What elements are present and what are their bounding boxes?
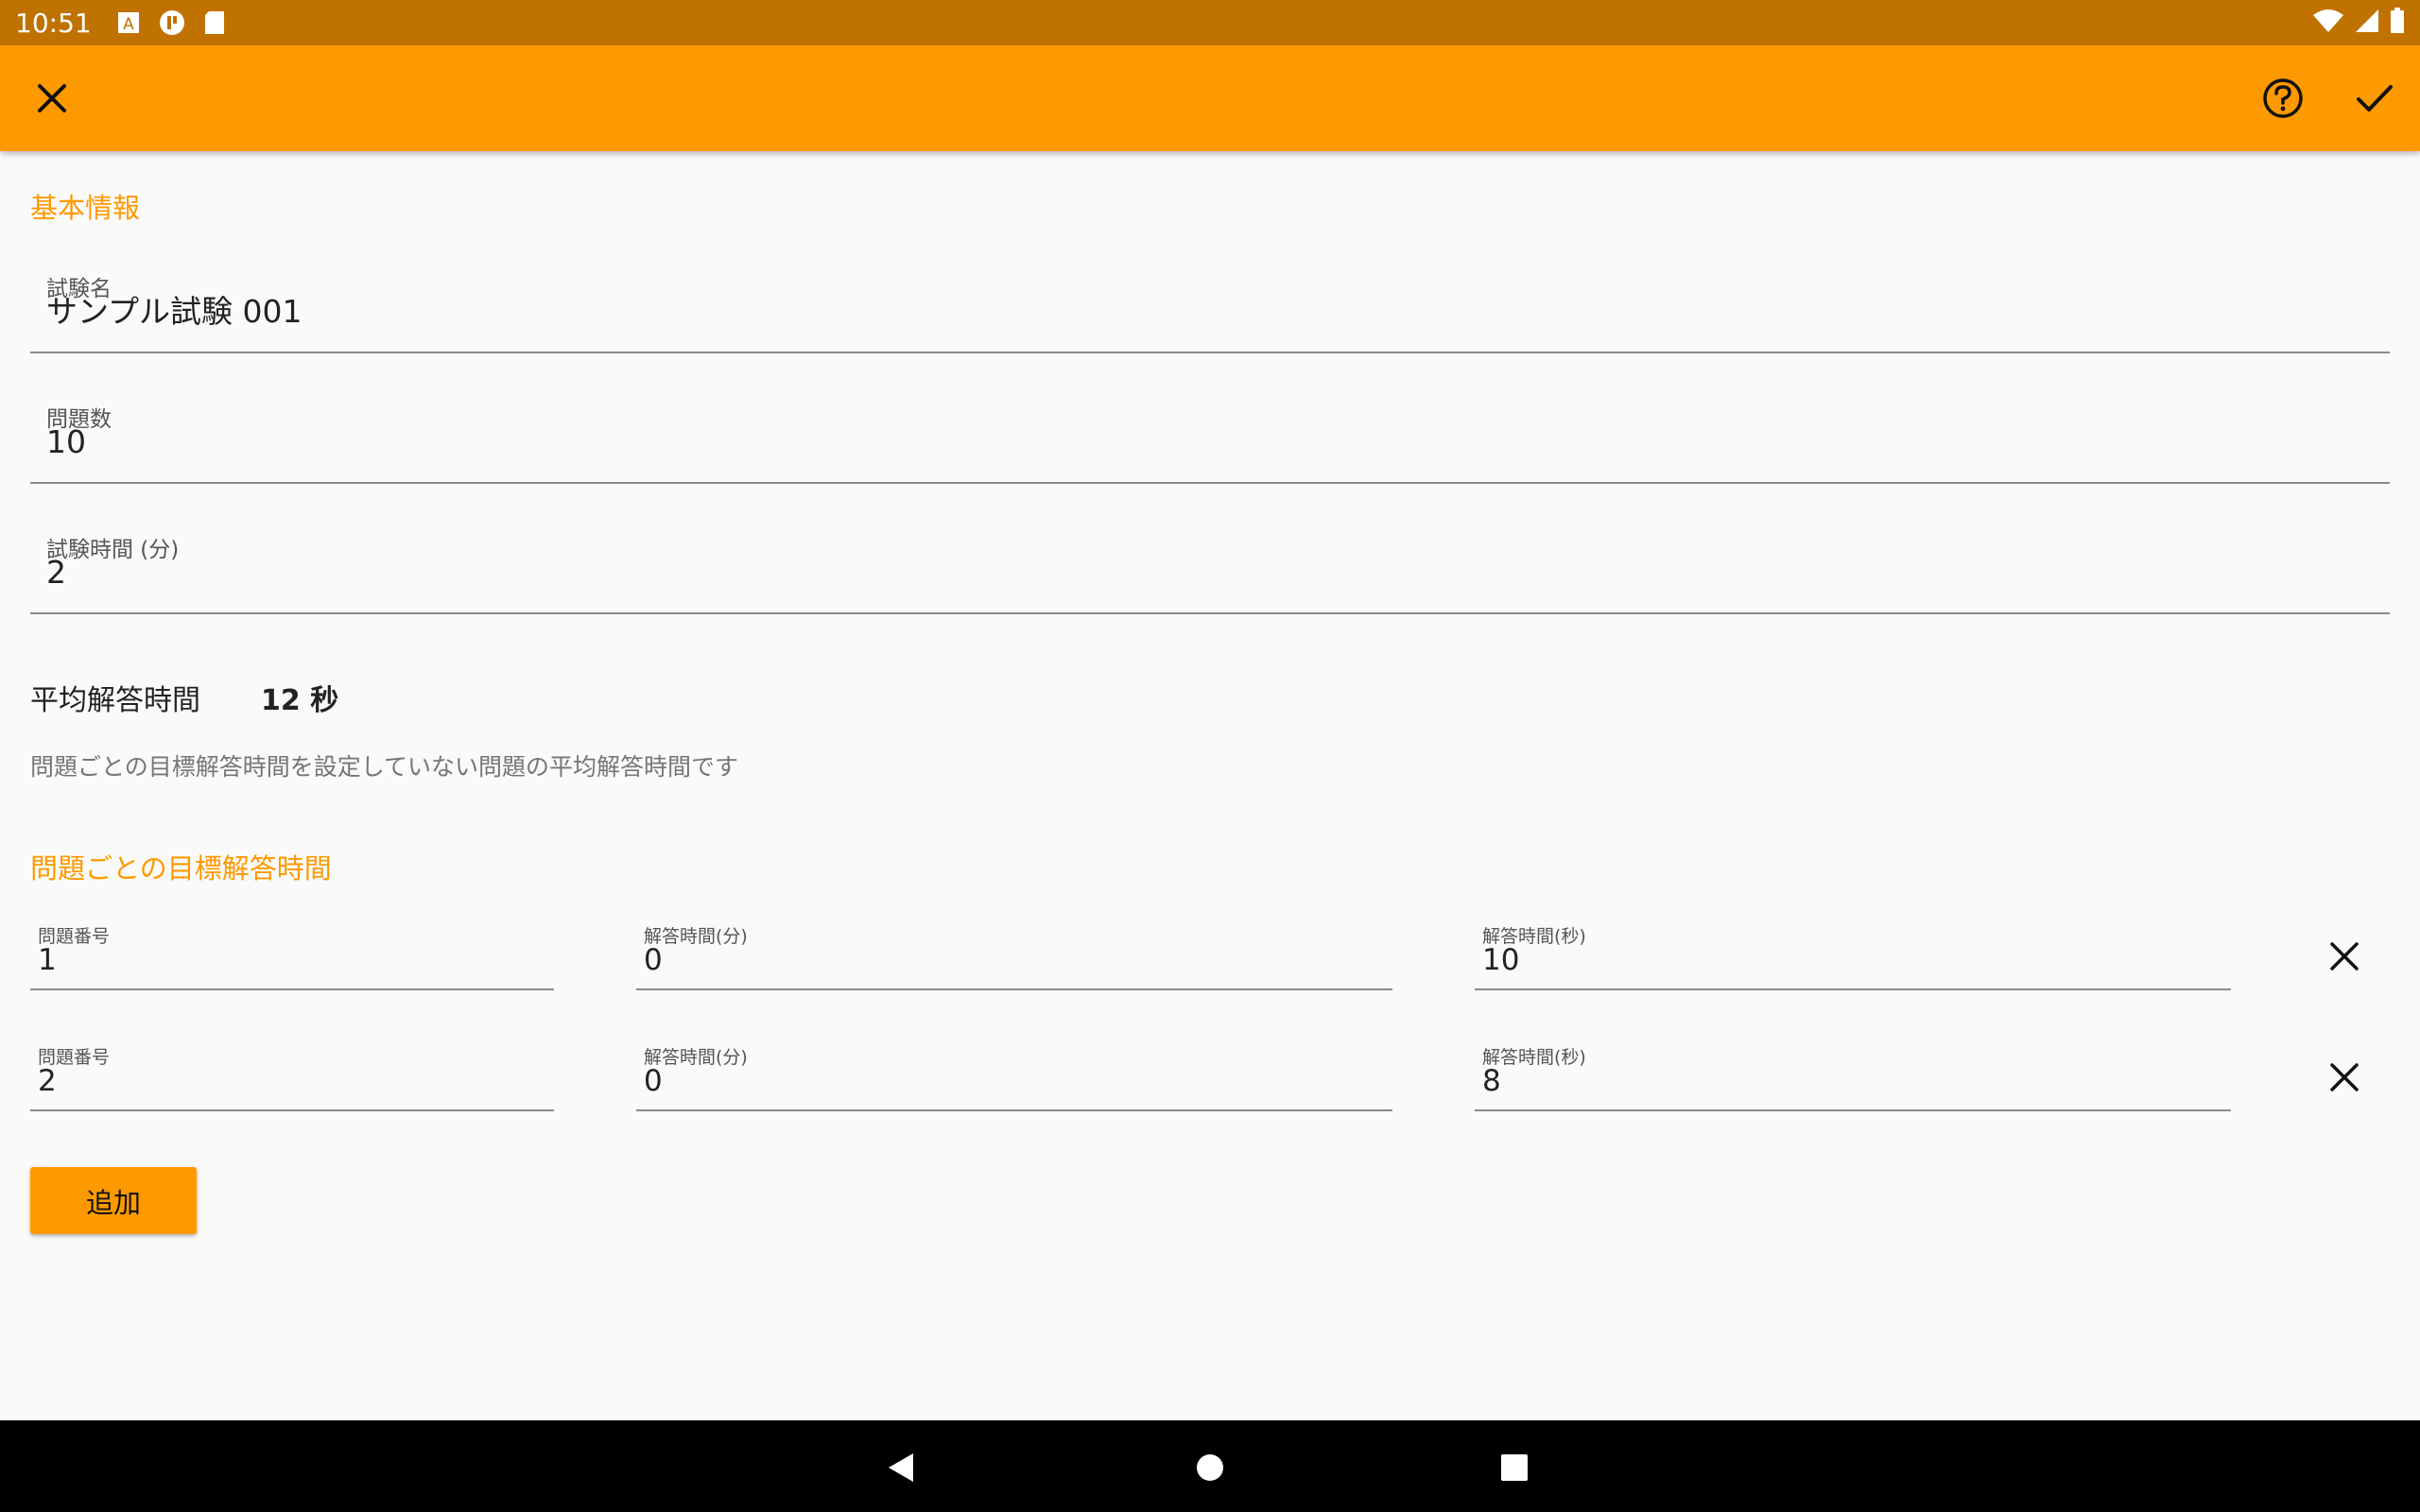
status-bar: 10:51 A — [0, 0, 2420, 45]
average-answer-time-label: 平均解答時間 — [30, 684, 200, 717]
main-content: 基本情報 試験名 サンプル試験 001 問題数 10 試験時間 (分) 2 平均… — [0, 151, 2420, 1420]
answer-seconds-value[interactable]: 8 — [1482, 1064, 1501, 1098]
answer-seconds-field[interactable]: 解答時間(秒) 8 — [1475, 1041, 2231, 1111]
question-number-value[interactable]: 1 — [38, 943, 57, 977]
answer-seconds-value[interactable]: 10 — [1482, 943, 1519, 977]
target-time-row: 問題番号 1 解答時間(分) 0 解答時間(秒) 10 — [0, 920, 2420, 996]
question-number-field[interactable]: 問題番号 1 — [30, 920, 554, 990]
answer-minutes-value[interactable]: 0 — [644, 1064, 663, 1098]
signal-icon — [2354, 8, 2380, 38]
add-button[interactable]: 追加 — [30, 1167, 197, 1234]
average-answer-time-value: 12 秒 — [261, 684, 339, 717]
question-count-value[interactable]: 10 — [46, 424, 86, 459]
recents-icon[interactable] — [1486, 1439, 1543, 1496]
question-count-field[interactable]: 問題数 10 — [30, 401, 2390, 484]
wifi-icon — [2312, 8, 2344, 38]
help-icon[interactable] — [2256, 72, 2309, 125]
question-number-field[interactable]: 問題番号 2 — [30, 1041, 554, 1111]
remove-row-icon[interactable] — [2318, 930, 2371, 983]
status-time: 10:51 — [15, 7, 92, 39]
close-icon[interactable] — [26, 72, 78, 125]
back-icon[interactable] — [873, 1439, 930, 1496]
question-number-value[interactable]: 2 — [38, 1064, 57, 1098]
home-icon[interactable] — [1182, 1439, 1238, 1496]
exam-name-value[interactable]: サンプル試験 001 — [46, 294, 302, 329]
sd-card-icon — [203, 9, 226, 36]
answer-minutes-field[interactable]: 解答時間(分) 0 — [636, 920, 1392, 990]
exam-duration-value[interactable]: 2 — [46, 555, 66, 590]
navigation-bar — [0, 1420, 2420, 1512]
check-icon[interactable] — [2348, 72, 2401, 125]
exam-name-field[interactable]: 試験名 サンプル試験 001 — [30, 270, 2390, 353]
section-title-per-question: 問題ごとの目標解答時間 — [30, 852, 332, 885]
section-title-basic-info: 基本情報 — [30, 192, 141, 224]
battery-icon — [2390, 8, 2405, 38]
app-icon — [158, 9, 186, 37]
notification-a-icon: A — [116, 10, 141, 35]
exam-duration-field[interactable]: 試験時間 (分) 2 — [30, 531, 2390, 614]
target-time-row: 問題番号 2 解答時間(分) 0 解答時間(秒) 8 — [0, 1041, 2420, 1117]
svg-text:A: A — [123, 15, 134, 34]
answer-minutes-value[interactable]: 0 — [644, 943, 663, 977]
remove-row-icon[interactable] — [2318, 1051, 2371, 1104]
answer-minutes-field[interactable]: 解答時間(分) 0 — [636, 1041, 1392, 1111]
app-bar — [0, 45, 2420, 151]
average-answer-time-note: 問題ごとの目標解答時間を設定していない問題の平均解答時間です — [30, 753, 739, 781]
exam-duration-label: 試験時間 (分) — [46, 538, 180, 562]
answer-seconds-field[interactable]: 解答時間(秒) 10 — [1475, 920, 2231, 990]
